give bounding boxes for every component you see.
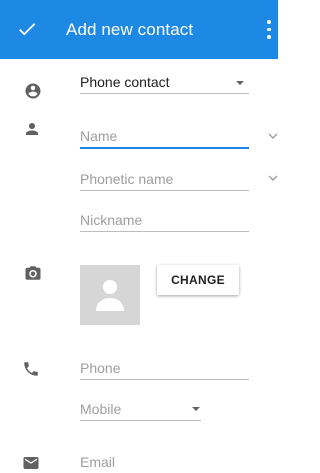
name-field[interactable]: Name bbox=[80, 128, 117, 144]
page-title: Add new contact bbox=[66, 20, 194, 39]
phone-type-underline bbox=[80, 420, 201, 421]
chevron-down-icon[interactable] bbox=[236, 81, 244, 85]
check-icon[interactable] bbox=[16, 18, 38, 40]
nickname-field[interactable]: Nickname bbox=[80, 212, 142, 228]
name-underline-focused bbox=[80, 147, 249, 149]
expand-name-chevron-icon[interactable] bbox=[268, 131, 278, 141]
email-icon bbox=[23, 457, 39, 469]
more-vert-icon[interactable] bbox=[266, 20, 272, 40]
account-circle-icon bbox=[25, 83, 41, 99]
account-underline bbox=[80, 93, 249, 94]
nickname-underline bbox=[80, 231, 249, 232]
app-bar: Add new contact bbox=[0, 0, 278, 59]
email-field[interactable]: Email bbox=[80, 454, 115, 470]
account-selector[interactable]: Phone contact bbox=[80, 74, 170, 90]
person-icon bbox=[26, 123, 38, 135]
expand-phonetic-chevron-icon[interactable] bbox=[268, 173, 278, 183]
phone-type-chevron-down-icon[interactable] bbox=[192, 407, 200, 411]
phonetic-name-field[interactable]: Phonetic name bbox=[80, 171, 173, 187]
avatar-placeholder-icon bbox=[96, 280, 124, 311]
phone-field[interactable]: Phone bbox=[80, 360, 120, 376]
phone-icon bbox=[24, 362, 38, 376]
contact-photo-placeholder[interactable] bbox=[80, 265, 140, 325]
phonetic-underline bbox=[80, 190, 249, 191]
phone-type-selector[interactable]: Mobile bbox=[80, 401, 121, 417]
phone-underline bbox=[80, 379, 249, 380]
camera-icon bbox=[25, 266, 41, 280]
change-photo-button[interactable]: CHANGE bbox=[157, 265, 239, 295]
